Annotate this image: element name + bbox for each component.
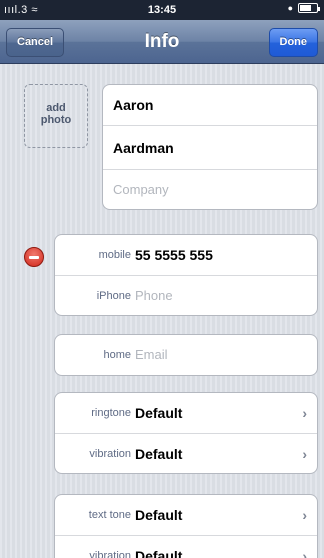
first-name-value: Aaron — [113, 97, 154, 113]
company-placeholder: Company — [113, 182, 169, 197]
vibration-value: Default — [135, 446, 183, 462]
text-tone-value: Default — [135, 507, 183, 523]
battery-icon — [298, 3, 320, 13]
text-tone-row[interactable]: text tone Default › — [55, 495, 317, 535]
phone-row-iphone[interactable]: iPhone Phone — [55, 275, 317, 315]
email-group: home Email — [54, 334, 318, 376]
name-group: Aaron Aardman Company — [102, 84, 318, 210]
texttone-group: text tone Default › vibration Default › — [54, 494, 318, 558]
done-button[interactable]: Done — [268, 28, 318, 57]
text-tone-label: text tone — [88, 509, 131, 521]
vibration-label: vibration — [89, 448, 131, 460]
phone-label[interactable]: iPhone — [97, 276, 131, 315]
ringtone-value: Default — [135, 405, 183, 421]
email-label[interactable]: home — [103, 335, 131, 375]
status-bar: ıııl.3 ≈ 13:45 ● — [0, 0, 324, 20]
chevron-right-icon: › — [302, 548, 307, 558]
email-row-home[interactable]: home Email — [55, 335, 317, 375]
phone-placeholder[interactable]: Phone — [135, 276, 173, 315]
last-name-value: Aardman — [113, 140, 174, 156]
add-photo-label-line1: add — [46, 102, 66, 114]
text-vibration-row[interactable]: vibration Default › — [55, 535, 317, 558]
chevron-right-icon: › — [302, 405, 307, 421]
vibration-value: Default — [135, 548, 183, 558]
email-placeholder[interactable]: Email — [135, 335, 168, 375]
lock-icon: ● — [287, 3, 293, 13]
vibration-label: vibration — [89, 550, 131, 558]
company-field[interactable]: Company — [103, 169, 317, 209]
status-right: ● — [287, 3, 320, 13]
ringtone-group: ringtone Default › vibration Default › — [54, 392, 318, 474]
last-name-field[interactable]: Aardman — [103, 125, 317, 169]
navigation-bar: Cancel Info Done — [0, 20, 324, 64]
ringtone-label: ringtone — [91, 407, 131, 419]
first-name-field[interactable]: Aaron — [103, 85, 317, 125]
add-photo-label-line2: photo — [40, 114, 72, 126]
chevron-right-icon: › — [302, 507, 307, 523]
phone-group: mobile 55 5555 555 iPhone Phone — [54, 234, 318, 316]
clock: 13:45 — [147, 4, 177, 16]
phone-value[interactable]: 55 5555 555 — [135, 235, 213, 275]
phone-row-mobile[interactable]: mobile 55 5555 555 — [55, 235, 317, 275]
vibration-row[interactable]: vibration Default › — [55, 433, 317, 473]
delete-minus-icon[interactable] — [24, 247, 44, 267]
phone-label[interactable]: mobile — [99, 235, 131, 275]
chevron-right-icon: › — [302, 446, 307, 462]
add-photo-button[interactable]: add photo — [24, 84, 88, 148]
ringtone-row[interactable]: ringtone Default › — [55, 393, 317, 433]
